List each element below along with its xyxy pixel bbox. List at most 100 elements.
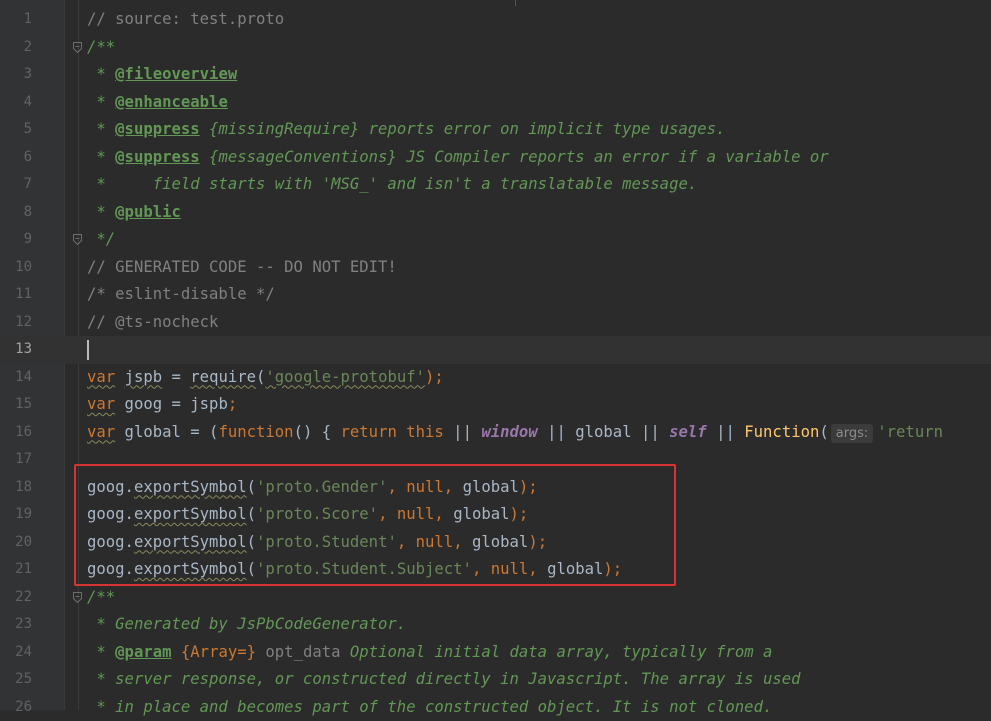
fold-toggle-icon[interactable] [73,234,82,245]
code-text: var goog = jspb; [87,391,237,419]
code-token: * Generated by JsPbCodeGenerator. [87,615,406,633]
line-number: 8 [0,199,32,227]
code-text: var jspb = require('google-protobuf'); [87,364,444,392]
code-token: goog = jspb [115,395,228,413]
code-token: self [669,423,707,441]
code-line[interactable]: 14var jspb = require('google-protobuf'); [0,364,991,392]
code-token: || [444,423,482,441]
code-token: @suppress [115,148,200,166]
code-token: {messageConventions} JS Compiler reports… [200,148,829,166]
code-token: /** [87,588,115,606]
code-line[interactable]: 1 // source: test.proto [0,6,991,34]
code-text: */ [87,226,115,254]
code-token: Function [744,423,819,441]
code-text: // @ts-nocheck [87,309,218,337]
line-number: 19 [0,501,32,529]
line-number: 3 [0,61,32,89]
code-token: @public [115,203,181,221]
line-number: 4 [0,89,32,117]
code-line[interactable]: 10// GENERATED CODE -- DO NOT EDIT! [0,254,991,282]
code-token: {Array=} [181,643,256,661]
code-token: /** [87,38,115,56]
line-number: 24 [0,639,32,667]
code-text: /** [87,584,115,612]
code-token: // source: test.proto [87,10,284,28]
code-line[interactable]: 16var global = (function() { return this… [0,419,991,447]
code-line[interactable]: 2 /** [0,34,991,62]
line-number: 23 [0,611,32,639]
code-editor[interactable]: 1 // source: test.proto 2 /** 3 * @fileoverv… [0,0,991,710]
code-line[interactable]: 15 var goog = jspb; [0,391,991,419]
code-token: global = ( [115,423,218,441]
annotation-highlight-box [74,464,676,586]
line-number: 6 [0,144,32,172]
code-text: * @suppress {missingRequire} reports err… [87,116,725,144]
code-token: /* eslint-disable */ [87,285,275,303]
code-line[interactable]: 13 [0,336,991,364]
code-line[interactable]: 12 // @ts-nocheck [0,309,991,337]
code-token: * [87,93,115,111]
code-token: = [162,368,190,386]
code-line[interactable]: 5 * @suppress {missingRequire} reports e… [0,116,991,144]
code-line[interactable]: 26 * in place and becomes part of the co… [0,694,991,721]
code-token: // @ts-nocheck [87,313,218,331]
code-token: * [87,120,115,138]
code-token: @param [115,643,171,661]
code-line[interactable]: 24 * @param {Array=} opt_data Optional i… [0,639,991,667]
code-token: @fileoverview [115,65,237,83]
line-number: 2 [0,34,32,62]
code-token: 'return [877,423,943,441]
fold-toggle-icon[interactable] [73,592,82,603]
code-line[interactable]: 11 /* eslint-disable */ [0,281,991,309]
code-line[interactable]: 9 */ [0,226,991,254]
code-text: * @suppress {messageConventions} JS Comp… [87,144,829,172]
line-number: 20 [0,529,32,557]
code-text: * @fileoverview [87,61,237,89]
code-token: || [707,423,745,441]
code-token: opt_data [256,643,341,661]
code-token: */ [87,230,115,248]
code-token: * [87,148,115,166]
line-number: 17 [0,446,32,474]
code-token: @suppress [115,120,200,138]
code-token: ( [256,368,265,386]
code-token: * [87,643,115,661]
fold-toggle-icon[interactable] [73,42,82,53]
code-token: Optional initial data array, typically f… [341,643,773,661]
line-number: 5 [0,116,32,144]
code-text: // source: test.proto [87,6,284,34]
code-token: return this [341,423,444,441]
code-line[interactable]: 3 * @fileoverview [0,61,991,89]
code-text: * field starts with 'MSG_' and isn't a t… [87,171,697,199]
code-text: * in place and becomes part of the const… [87,694,772,721]
line-number: 1 [0,6,32,34]
code-line[interactable]: 23 * Generated by JsPbCodeGenerator. [0,611,991,639]
code-token: * [87,203,115,221]
code-line[interactable]: 6 * @suppress {messageConventions} JS Co… [0,144,991,172]
code-token: // GENERATED CODE -- DO NOT EDIT! [87,258,397,276]
code-line[interactable]: 4 * @enhanceable [0,89,991,117]
code-text: /** [87,34,115,62]
line-number: 7 [0,171,32,199]
line-number: 26 [0,694,32,721]
code-token: * in place and becomes part of the const… [87,698,772,716]
code-line[interactable]: 25 * server response, or constructed dir… [0,666,991,694]
line-number: 21 [0,556,32,584]
code-token: {missingRequire} reports error on implic… [200,120,726,138]
code-token: || global || [538,423,669,441]
line-number: 15 [0,391,32,419]
code-token: jspb [125,368,163,386]
line-number: 12 [0,309,32,337]
line-number: 16 [0,419,32,447]
code-token: var [87,395,115,413]
code-token [115,368,124,386]
code-token: function [218,423,293,441]
code-token: ( [819,423,828,441]
text-caret [87,340,89,360]
code-line[interactable]: 22/** [0,584,991,612]
code-line[interactable]: 8 * @public [0,199,991,227]
code-line[interactable]: 7 * field starts with 'MSG_' and isn't a… [0,171,991,199]
code-text: * @enhanceable [87,89,228,117]
line-number: 11 [0,281,32,309]
code-text: * @public [87,199,181,227]
